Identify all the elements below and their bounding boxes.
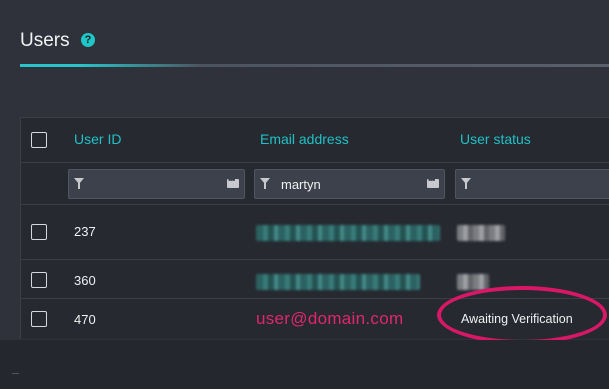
column-header-email[interactable]: Email address — [260, 131, 349, 147]
column-header-status[interactable]: User status — [460, 131, 531, 147]
email-filter-value: martyn — [281, 177, 321, 192]
highlight-annotation — [437, 286, 607, 344]
column-header-user-id[interactable]: User ID — [74, 131, 121, 147]
filter-icon — [260, 178, 270, 189]
email-cell-redacted — [256, 225, 440, 241]
filter-icon — [461, 178, 471, 189]
footer-mark — [12, 373, 19, 374]
table-row[interactable]: 237 — [21, 204, 609, 260]
user-id-cell: 360 — [74, 273, 96, 288]
row-checkbox[interactable] — [31, 224, 47, 240]
help-icon[interactable]: ? — [81, 33, 95, 47]
status-filter-input[interactable] — [455, 169, 609, 199]
row-checkbox[interactable] — [31, 311, 47, 327]
footer-area — [0, 340, 609, 389]
email-cell-redacted — [256, 274, 420, 290]
filter-row: martyn — [21, 162, 609, 205]
title-underline — [20, 64, 609, 67]
filter-icon — [74, 178, 84, 189]
email-filter-input[interactable]: martyn — [254, 169, 445, 199]
user-id-cell: 237 — [74, 224, 96, 239]
table-header-row: User ID Email address User status — [21, 118, 609, 162]
user-id-cell: 470 — [74, 312, 96, 327]
status-cell-redacted — [457, 274, 489, 290]
filter-menu-icon[interactable] — [427, 175, 439, 188]
row-checkbox[interactable] — [31, 272, 47, 288]
status-cell-redacted — [457, 225, 505, 241]
select-all-checkbox[interactable] — [31, 132, 47, 148]
email-cell: user@domain.com — [256, 309, 404, 328]
user-id-filter-input[interactable] — [68, 169, 245, 199]
filter-menu-icon[interactable] — [227, 175, 239, 188]
page-title: Users — [20, 30, 70, 51]
